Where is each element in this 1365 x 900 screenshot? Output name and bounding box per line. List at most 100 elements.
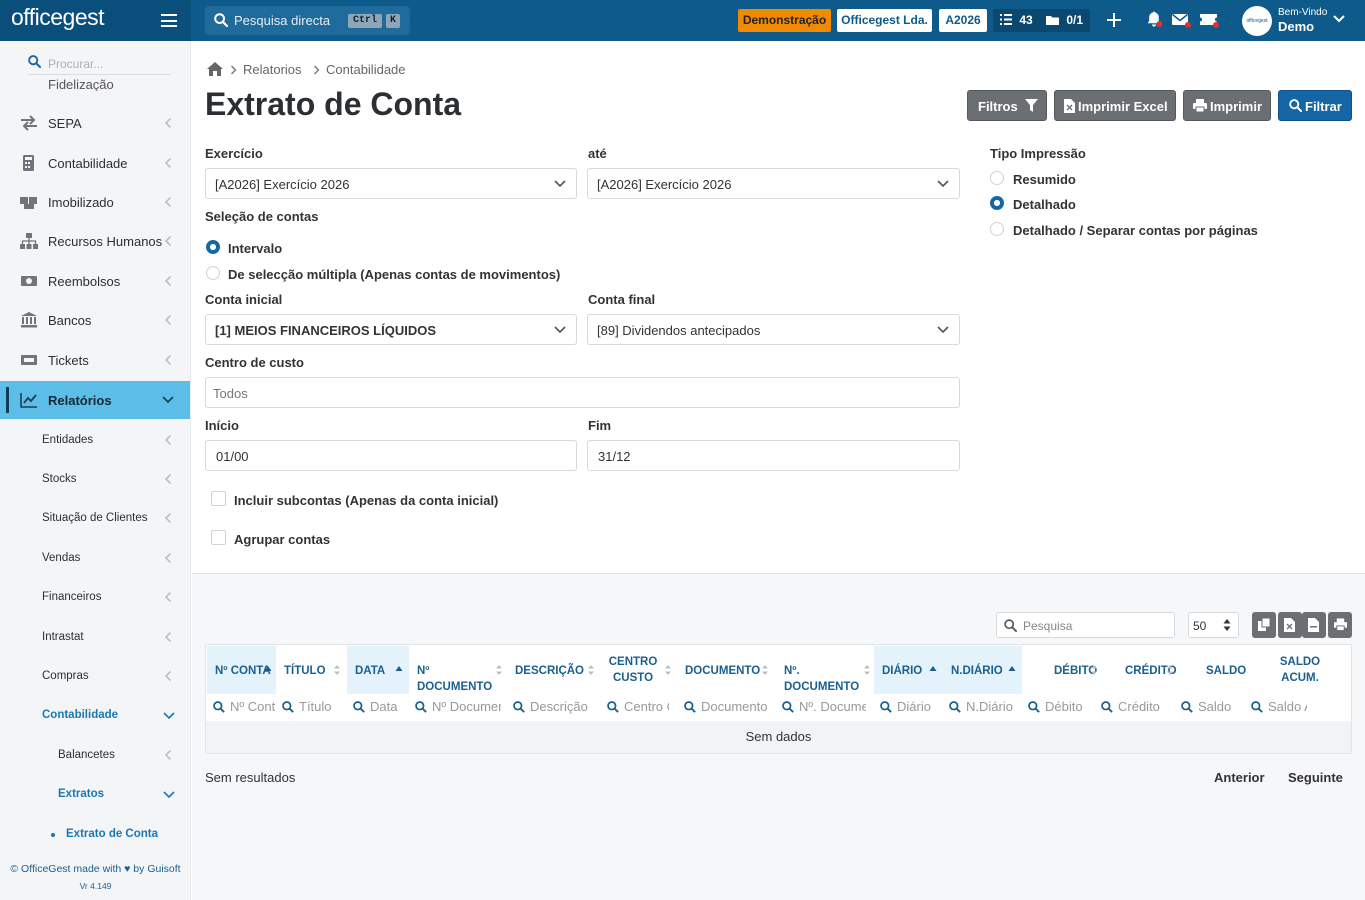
avatar[interactable]: officegest <box>1242 6 1272 36</box>
column-header-documento[interactable]: DOCUMENTO <box>677 646 776 694</box>
column-header-credito[interactable]: CRÉDITO <box>1102 646 1179 694</box>
company-badge[interactable]: Officegest Lda. <box>837 9 932 32</box>
ticket-notification-icon[interactable] <box>1199 11 1221 29</box>
column-header-diario[interactable]: DIÁRIO <box>874 646 943 694</box>
fim-input[interactable]: 31/12 <box>587 440 960 471</box>
inicio-input[interactable]: 01/00 <box>205 440 577 471</box>
radio-multipla[interactable] <box>206 266 220 280</box>
sidebar-sub-balancetes[interactable]: Balancetes <box>0 737 190 773</box>
filter-diario[interactable]: Diário <box>880 698 940 718</box>
sidebar-sub-vendas[interactable]: Vendas <box>0 540 190 576</box>
filter-titulo[interactable]: Título <box>282 698 342 718</box>
export-pdf-button[interactable] <box>1302 612 1326 638</box>
conta-final-select[interactable]: [89] Dividendos antecipados <box>587 314 960 345</box>
exercicio-select[interactable]: [A2026] Exercício 2026 <box>205 168 577 199</box>
sidebar-item-bancos[interactable]: Bancos <box>0 301 190 339</box>
filter-centro-custo[interactable]: Centro Custo <box>607 698 669 718</box>
previous-page-button[interactable]: Anterior <box>1214 770 1265 785</box>
ate-select[interactable]: [A2026] Exercício 2026 <box>587 168 960 199</box>
sidebar-sub-extrato-conta[interactable]: Extrato de Conta <box>0 816 190 852</box>
radio-resumido-label[interactable]: Resumido <box>1013 172 1076 187</box>
sidebar-sub-extratos[interactable]: Extratos <box>0 776 190 812</box>
sidebar-item-relatorios[interactable]: Relatórios <box>0 381 190 419</box>
sidebar-item-contabilidade[interactable]: Contabilidade <box>0 144 190 182</box>
radio-multipla-label[interactable]: De selecção múltipla (Apenas contas de m… <box>228 267 560 282</box>
print-button[interactable]: Imprimir <box>1183 90 1271 121</box>
table-print-button[interactable] <box>1328 612 1352 638</box>
direct-search[interactable]: Pesquisa directa Ctrl K <box>205 6 410 35</box>
tasks-counter[interactable]: 43 <box>1000 13 1033 27</box>
column-header-centro-custo[interactable]: CENTRO CUSTO <box>600 646 677 694</box>
radio-resumido[interactable] <box>990 171 1004 185</box>
radio-intervalo-label[interactable]: Intervalo <box>228 241 282 256</box>
filter-saldo[interactable]: Saldo <box>1181 698 1245 718</box>
sidebar-item-imobilizado[interactable]: Imobilizado <box>0 183 190 221</box>
bell-icon[interactable] <box>1146 11 1164 29</box>
filter-n-diario[interactable]: N.Diário <box>949 698 1019 718</box>
filter-data[interactable]: Data <box>353 698 407 718</box>
year-badge[interactable]: A2026 <box>939 9 987 32</box>
filter-n-conta[interactable]: Nº Conta <box>213 698 275 718</box>
column-header-n-diario[interactable]: N.DIÁRIO <box>943 646 1022 694</box>
filter-descricao[interactable]: Descrição <box>513 698 597 718</box>
filter-n-documento-2[interactable]: Nº. Documento <box>782 698 866 718</box>
column-header-n-documento-2[interactable]: Nº. DOCUMENTO <box>776 646 874 694</box>
menu-toggle-icon[interactable] <box>161 14 177 27</box>
column-header-debito[interactable]: DÉBITO <box>1022 646 1102 694</box>
sidebar-sub-stocks[interactable]: Stocks <box>0 461 190 497</box>
sidebar-sub-compras[interactable]: Compras <box>0 658 190 694</box>
column-header-titulo[interactable]: TÍTULO <box>276 646 347 694</box>
radio-detalhado-separar[interactable] <box>990 222 1004 236</box>
filter-n-documento[interactable]: Nº Documento <box>415 698 501 718</box>
sidebar-item-recursos-humanos[interactable]: Recursos Humanos <box>0 222 190 260</box>
home-icon[interactable] <box>207 62 223 76</box>
sidebar-item-tickets[interactable]: Tickets <box>0 341 190 379</box>
radio-detalhado[interactable] <box>990 196 1004 210</box>
subcontas-checkbox[interactable] <box>211 491 226 506</box>
sidebar-sub-financeiros[interactable]: Financeiros <box>0 579 190 615</box>
sidebar-sub-situacao-clientes[interactable]: Situação de Clientes <box>0 500 190 536</box>
conta-inicial-select[interactable]: [1] MEIOS FINANCEIROS LÍQUIDOS <box>205 314 577 345</box>
filter-debito[interactable]: Débito <box>1028 698 1098 718</box>
column-header-descricao[interactable]: DESCRIÇÃO <box>507 646 600 694</box>
export-excel-button[interactable] <box>1278 612 1302 638</box>
print-excel-button[interactable]: Imprimir Excel <box>1054 90 1176 121</box>
breadcrumb-relatorios[interactable]: Relatorios <box>243 62 302 77</box>
sidebar-item-reembolsos[interactable]: Reembolsos <box>0 262 190 300</box>
table-search-input[interactable]: Pesquisa <box>996 612 1175 638</box>
filter-saldo-acum[interactable]: Saldo Acum. <box>1251 698 1307 718</box>
docs-counter[interactable]: 0/1 <box>1046 13 1083 27</box>
radio-detalhado-label[interactable]: Detalhado <box>1013 197 1076 212</box>
sidebar-sub-intrastat[interactable]: Intrastat <box>0 619 190 655</box>
breadcrumb-contabilidade[interactable]: Contabilidade <box>326 62 406 77</box>
column-header-data[interactable]: DATA <box>347 646 409 694</box>
column-header-saldo-acum[interactable]: SALDO ACUM. <box>1250 646 1350 694</box>
filters-button[interactable]: Filtros <box>967 90 1047 121</box>
plus-icon[interactable] <box>1107 13 1121 27</box>
task-counters[interactable]: 43 0/1 <box>993 9 1090 32</box>
filter-documento[interactable]: Documento <box>684 698 770 718</box>
mail-icon[interactable] <box>1172 11 1192 29</box>
sidebar-footer[interactable]: © OfficeGest made with ♥ by Guisoft <box>0 863 190 875</box>
sidebar-item-sepa[interactable]: SEPA <box>0 104 190 142</box>
centro-custo-input[interactable]: Todos <box>205 377 960 408</box>
agrupar-label[interactable]: Agrupar contas <box>234 532 330 547</box>
sidebar-sub-contabilidade[interactable]: Contabilidade <box>0 697 190 733</box>
filter-credito[interactable]: Crédito <box>1101 698 1173 718</box>
user-name[interactable]: Demo <box>1278 19 1314 34</box>
sidebar-item-fidelizacao[interactable]: Fidelização <box>0 69 190 91</box>
filter-button[interactable]: Filtrar <box>1278 90 1352 121</box>
column-header-n-conta[interactable]: Nº CONTA <box>207 646 276 694</box>
page-size-select[interactable]: 50 <box>1188 612 1239 638</box>
chevron-down-icon[interactable] <box>1333 15 1345 23</box>
demo-badge[interactable]: Demonstração <box>738 9 831 32</box>
column-header-n-documento[interactable]: Nº DOCUMENTO <box>409 646 507 694</box>
agrupar-checkbox[interactable] <box>211 530 226 545</box>
subcontas-label[interactable]: Incluir subcontas (Apenas da conta inici… <box>234 493 498 508</box>
copy-button[interactable] <box>1252 612 1276 638</box>
sidebar-sub-entidades[interactable]: Entidades <box>0 422 190 458</box>
next-page-button[interactable]: Seguinte <box>1288 770 1343 785</box>
radio-intervalo[interactable] <box>206 240 220 254</box>
logo[interactable]: officegest <box>11 4 105 31</box>
radio-detalhado-separar-label[interactable]: Detalhado / Separar contas por páginas <box>1013 223 1258 238</box>
